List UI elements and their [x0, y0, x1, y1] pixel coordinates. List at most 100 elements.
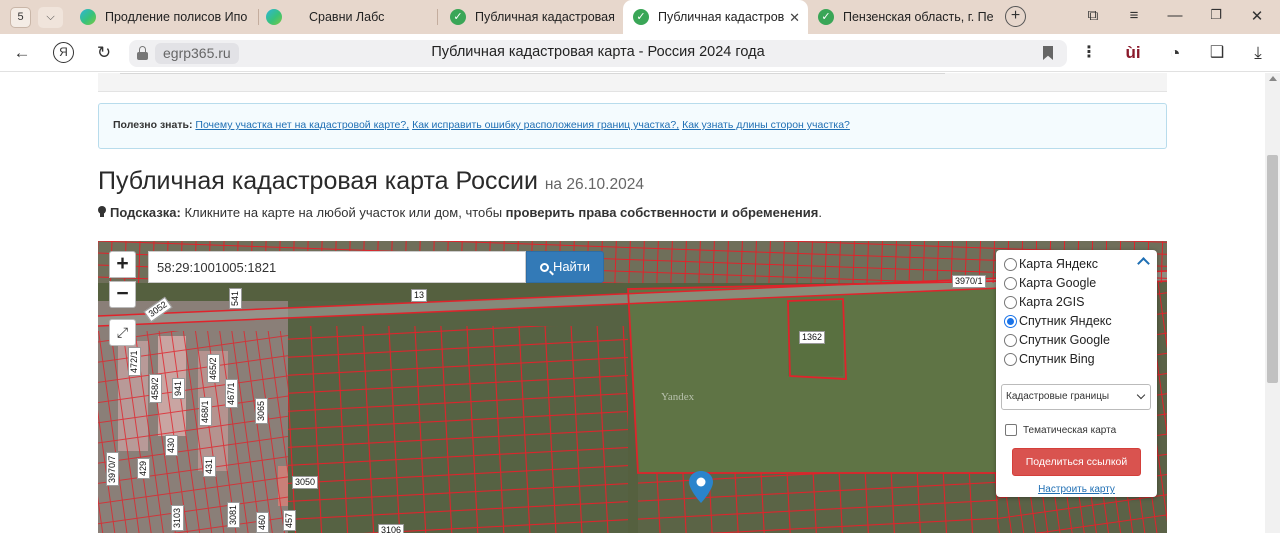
layer-option-2gis-map[interactable]: Карта 2GIS	[1004, 295, 1084, 309]
layer-option-label: Спутник Google	[1019, 333, 1110, 347]
parcel-label: 457	[283, 509, 296, 531]
lightbulb-icon	[98, 206, 106, 218]
layer-option-yandex-map[interactable]: Карта Яндекс	[1004, 257, 1098, 271]
page-content: Полезно знать: Почему участка нет на кад…	[0, 73, 1265, 533]
tab-cadastral-map-active[interactable]: ✓ Публичная кадастров ✕	[623, 0, 808, 34]
hint-end: .	[818, 205, 822, 220]
hint-label: Подсказка:	[110, 205, 181, 220]
radio-button[interactable]	[1004, 352, 1017, 366]
restore-icon[interactable]: ❐	[1206, 7, 1226, 23]
collections-icon[interactable]: ⧉	[1083, 7, 1103, 24]
tab-renewal-policies[interactable]: Продление полисов Ипо	[70, 0, 258, 34]
page-title-date: на 26.10.2024	[544, 176, 644, 193]
info-link-fix-border-error[interactable]: Как исправить ошибку расположения границ…	[412, 119, 679, 131]
layer-option-google-satellite[interactable]: Спутник Google	[1004, 333, 1110, 347]
layer-option-label: Карта Google	[1019, 276, 1097, 290]
sravni-icon	[266, 9, 282, 25]
map-layers-panel: Карта Яндекс Карта Google Карта 2GIS Спу…	[996, 250, 1157, 497]
tab-penza-region[interactable]: ✓ Пензенская область, г. Пе	[808, 0, 994, 34]
parcel-label: 458/2	[149, 374, 162, 403]
yandex-icon[interactable]: Я	[53, 42, 74, 63]
chevron-down-icon	[1136, 390, 1146, 400]
extension-ui-icon[interactable]: ùi	[1122, 42, 1144, 64]
downloads-icon[interactable]: ⤓	[1247, 42, 1269, 64]
share-link-button[interactable]: Поделиться ссылкой	[1012, 448, 1141, 476]
radio-button[interactable]	[1004, 333, 1017, 347]
layer-option-label: Карта Яндекс	[1019, 257, 1098, 271]
page-scrollbar[interactable]	[1265, 73, 1280, 533]
find-button-label: Найти	[552, 259, 591, 274]
parcel-label: 3050	[292, 476, 319, 489]
previous-block	[98, 73, 1167, 92]
find-button[interactable]: Найти	[526, 251, 604, 283]
info-link-side-lengths[interactable]: Как узнать длины сторон участка?	[682, 119, 850, 131]
url-field[interactable]: egrp365.ru Публичная кадастровая карта -…	[129, 40, 1067, 67]
layer-option-google-map[interactable]: Карта Google	[1004, 276, 1096, 290]
minimize-icon[interactable]: ―	[1165, 7, 1185, 24]
parcel-label: 460	[256, 511, 269, 533]
radio-button[interactable]	[1004, 295, 1017, 309]
layer-option-label: Спутник Bing	[1019, 352, 1095, 366]
parcel-label: 429	[137, 457, 150, 479]
parcel-label: 3970/1	[952, 275, 986, 288]
more-vertical-icon[interactable]: ⋮	[1078, 42, 1100, 64]
useful-info-box: Полезно знать: Почему участка нет на кад…	[98, 103, 1167, 149]
check-icon: ✓	[450, 9, 466, 25]
tab-cadastral-map-1[interactable]: ✓ Публичная кадастровая	[440, 0, 620, 34]
scroll-up-arrow-icon[interactable]	[1269, 76, 1277, 81]
chevron-up-icon[interactable]	[1137, 257, 1150, 270]
overlay-select[interactable]: Кадастровые границы	[1001, 384, 1151, 410]
page-title: Публичная кадастровая карта России на 26…	[98, 167, 644, 196]
parcel-label: 472/1	[128, 347, 141, 376]
zoom-in-button[interactable]: +	[109, 251, 136, 278]
parcel-label: 3103	[171, 504, 184, 531]
parcel-label: 465/2	[207, 354, 220, 383]
tab-list-chevron-icon[interactable]: ⌵	[38, 7, 63, 28]
search-icon	[539, 263, 549, 272]
radio-button[interactable]	[1004, 257, 1017, 271]
location-marker-icon[interactable]	[689, 471, 713, 503]
cadastral-map[interactable]: 3970/1 1362 13 3052 541 472/1 465/2 467/…	[98, 241, 1167, 533]
close-window-icon[interactable]: ✕	[1247, 7, 1267, 25]
page-title-text: Публичная кадастровая карта России	[98, 167, 538, 195]
back-arrow-icon[interactable]: ←	[12, 43, 32, 63]
tab-title: Публичная кадастровая	[475, 10, 615, 24]
parcel-label: 431	[203, 455, 216, 477]
tab-title: Пензенская область, г. Пе	[843, 10, 994, 24]
check-icon: ✓	[633, 9, 649, 25]
extensions-icon[interactable]: ❑	[1206, 42, 1228, 64]
layer-option-bing-satellite[interactable]: Спутник Bing	[1004, 352, 1095, 366]
fullscreen-expand-icon[interactable]: ⤢	[109, 319, 136, 346]
hint-line: Подсказка: Кликните на карте на любой уч…	[98, 205, 822, 220]
info-label: Полезно знать:	[113, 119, 193, 131]
zoom-out-button[interactable]: −	[109, 281, 136, 308]
tab-counter-badge[interactable]: 5	[10, 7, 31, 28]
checkbox[interactable]	[1005, 424, 1017, 436]
hint-text: Кликните на карте на любой участок или д…	[184, 205, 503, 220]
parcel-label: 3106	[378, 524, 405, 533]
close-icon[interactable]: ✕	[789, 10, 800, 26]
parcel-label: 468/1	[199, 397, 212, 426]
thematic-map-toggle[interactable]: Тематическая карта	[1005, 424, 1116, 436]
sravni-icon	[80, 9, 96, 25]
parcel-label: 1362	[799, 331, 826, 344]
alice-icon[interactable]: ◔	[1164, 42, 1186, 64]
cadastral-number-input[interactable]	[148, 251, 526, 283]
parcel-label: 467/1	[225, 379, 238, 408]
new-tab-plus-icon[interactable]: +	[1005, 6, 1026, 27]
scrollbar-thumb[interactable]	[1267, 155, 1278, 383]
radio-button[interactable]	[1004, 276, 1017, 290]
tab-sravni-labs[interactable]: Сравни Лабс	[256, 0, 436, 34]
hint-bold-text: проверить права собственности и обремене…	[505, 205, 819, 220]
parcel-label: 430	[165, 434, 178, 456]
check-icon: ✓	[818, 9, 834, 25]
layer-option-yandex-satellite[interactable]: Спутник Яндекс	[1004, 314, 1112, 328]
info-link-missing-parcel[interactable]: Почему участка нет на кадастровой карте?…	[195, 119, 409, 131]
menu-icon[interactable]: ≡	[1124, 7, 1144, 24]
map-watermark: Yandex	[661, 391, 695, 403]
radio-button-selected[interactable]	[1004, 314, 1017, 328]
tab-title: Сравни Лабс	[309, 10, 385, 24]
configure-map-link[interactable]: Настроить карту	[996, 484, 1157, 495]
url-page-title: Публичная кадастровая карта - Россия 202…	[431, 44, 765, 60]
reload-icon[interactable]: ↻	[94, 43, 114, 63]
